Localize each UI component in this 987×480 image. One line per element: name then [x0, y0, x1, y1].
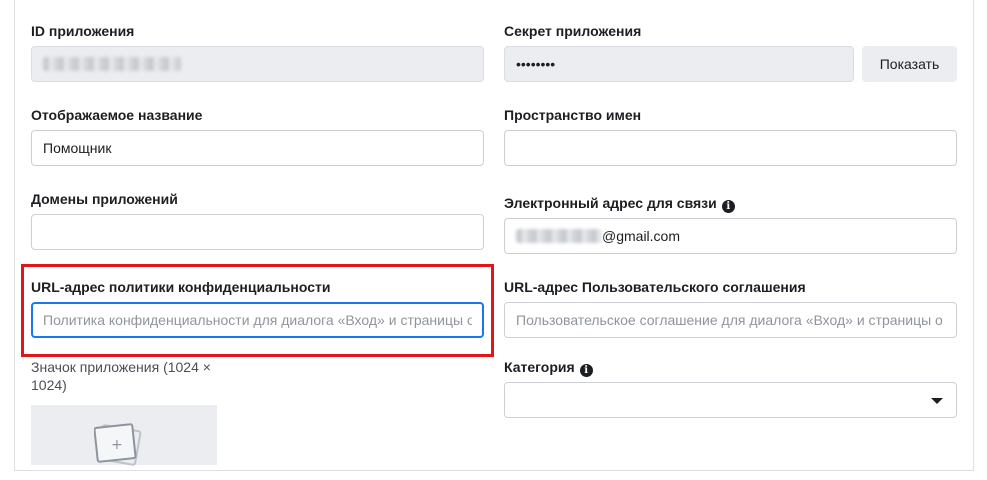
image-add-icon: +: [94, 423, 142, 466]
category-label-row: Категория i: [504, 358, 593, 377]
info-icon[interactable]: i: [579, 364, 593, 377]
display-name-value: Помощник: [43, 140, 112, 156]
app-secret-label: Секрет приложения: [504, 23, 642, 39]
contact-email-label-row: Электронный адрес для связи i: [504, 194, 735, 213]
app-icon-label-line2: 1024): [31, 377, 67, 393]
contact-email-domain: @gmail.com: [602, 228, 681, 244]
contact-email-local-blurred: [516, 229, 602, 243]
app-id-value-blurred: [43, 57, 181, 71]
chevron-down-icon: [931, 398, 943, 404]
app-icon-upload[interactable]: +: [31, 405, 217, 466]
app-icon-label-line1: Значок приложения (1024 ×: [31, 359, 211, 375]
app-id-label: ID приложения: [31, 23, 135, 39]
app-id-field[interactable]: [31, 46, 484, 82]
app-secret-value: ••••••••: [516, 56, 556, 72]
info-icon[interactable]: i: [721, 200, 735, 213]
privacy-url-placeholder: Политика конфиденциальности для диалога …: [43, 312, 472, 328]
show-secret-button[interactable]: Показать: [862, 46, 957, 82]
svg-text:+: +: [111, 437, 123, 453]
contact-email-label: Электронный адрес для связи: [504, 195, 717, 211]
tos-url-label: URL-адрес Пользовательского соглашения: [504, 279, 806, 295]
app-domains-label: Домены приложений: [31, 191, 178, 207]
privacy-url-input[interactable]: Политика конфиденциальности для диалога …: [31, 302, 484, 338]
app-icon-label: Значок приложения (1024 × 1024): [31, 358, 211, 394]
contact-email-input[interactable]: @gmail.com: [504, 218, 957, 254]
privacy-url-label: URL-адрес политики конфиденциальности: [31, 279, 331, 295]
namespace-input[interactable]: [504, 130, 957, 166]
namespace-label: Пространство имен: [504, 107, 642, 123]
tos-url-placeholder: Пользовательское соглашение для диалога …: [516, 312, 943, 328]
display-name-input[interactable]: Помощник: [31, 130, 484, 166]
category-select[interactable]: [504, 382, 957, 418]
category-label: Категория: [504, 359, 575, 375]
display-name-label: Отображаемое название: [31, 107, 203, 123]
app-domains-input[interactable]: [31, 214, 484, 250]
app-secret-field[interactable]: ••••••••: [504, 46, 854, 82]
tos-url-input[interactable]: Пользовательское соглашение для диалога …: [504, 302, 957, 338]
